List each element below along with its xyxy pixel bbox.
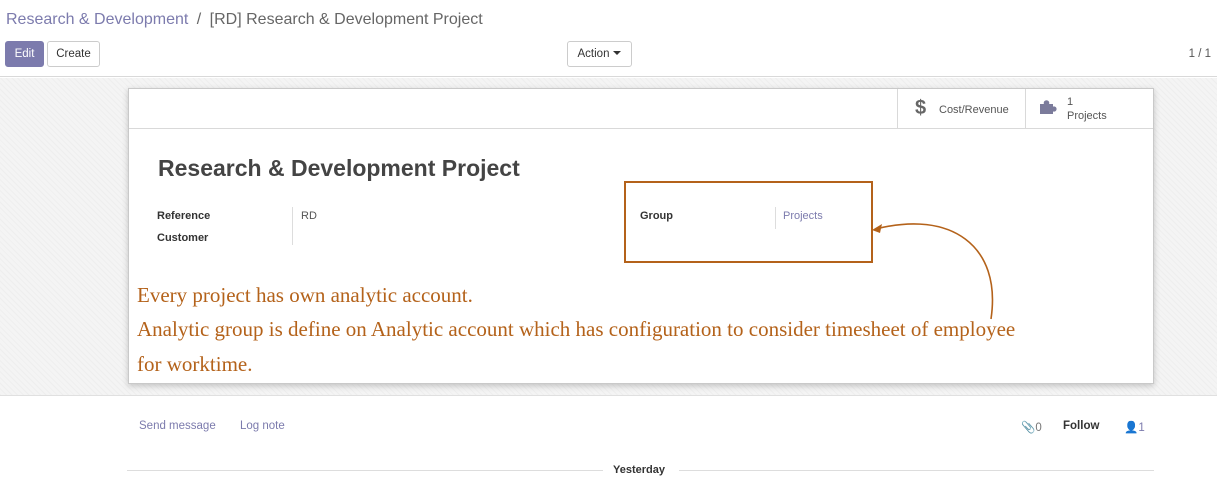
- puzzle-icon: [1039, 99, 1057, 118]
- breadcrumb-separator: /: [196, 11, 202, 28]
- date-separator-label: Yesterday: [613, 464, 665, 476]
- annotation-line-3: for worktime.: [137, 352, 253, 376]
- attachments-count: 0: [1035, 422, 1042, 434]
- action-dropdown-button[interactable]: Action: [567, 41, 632, 67]
- breadcrumb-current: [RD] Research & Development Project: [209, 11, 483, 28]
- followers-count: 1: [1138, 422, 1145, 434]
- cost-revenue-label: Cost/Revenue: [939, 104, 1009, 116]
- projects-label: Projects: [1067, 110, 1107, 122]
- follow-button[interactable]: Follow: [1063, 420, 1099, 432]
- projects-button[interactable]: 1 Projects: [1025, 89, 1153, 129]
- breadcrumb-parent-link[interactable]: Research & Development: [6, 11, 188, 28]
- projects-count: 1: [1067, 96, 1074, 108]
- customer-label: Customer: [157, 232, 209, 244]
- smart-button-box: $ Cost/Revenue 1 Projects: [129, 89, 1153, 129]
- send-message-link[interactable]: Send message: [139, 420, 216, 432]
- annotation-line-2: Analytic group is define on Analytic acc…: [137, 317, 1016, 341]
- create-button[interactable]: Create: [47, 41, 100, 67]
- date-separator: Yesterday: [127, 459, 1154, 483]
- caret-down-icon: [613, 50, 622, 55]
- followers-button[interactable]: 👤1: [1124, 420, 1145, 434]
- annotation-arrow: [872, 223, 994, 320]
- field-separator: [292, 207, 293, 245]
- reference-label: Reference: [157, 210, 211, 222]
- paperclip-icon: 📎: [1021, 422, 1036, 434]
- dollar-icon: $: [915, 97, 927, 119]
- cost-revenue-button[interactable]: $ Cost/Revenue: [897, 89, 1025, 129]
- control-panel: Research & Development / [RD] Research &…: [0, 0, 1217, 77]
- action-button-label: Action: [577, 48, 610, 60]
- annotation-highlight-box: [624, 181, 873, 263]
- user-icon: 👤: [1124, 422, 1139, 434]
- edit-button[interactable]: Edit: [5, 41, 44, 67]
- divider-left: [127, 470, 603, 471]
- divider-right: [679, 470, 1154, 471]
- annotation-line-1: Every project has own analytic account.: [137, 283, 473, 307]
- breadcrumb: Research & Development / [RD] Research &…: [6, 11, 483, 29]
- reference-value: RD: [301, 210, 317, 222]
- pager[interactable]: 1 / 1: [1189, 48, 1211, 60]
- record-title: Research & Development Project: [158, 155, 520, 181]
- attachments-button[interactable]: 📎0: [1021, 420, 1042, 434]
- log-note-link[interactable]: Log note: [240, 420, 285, 432]
